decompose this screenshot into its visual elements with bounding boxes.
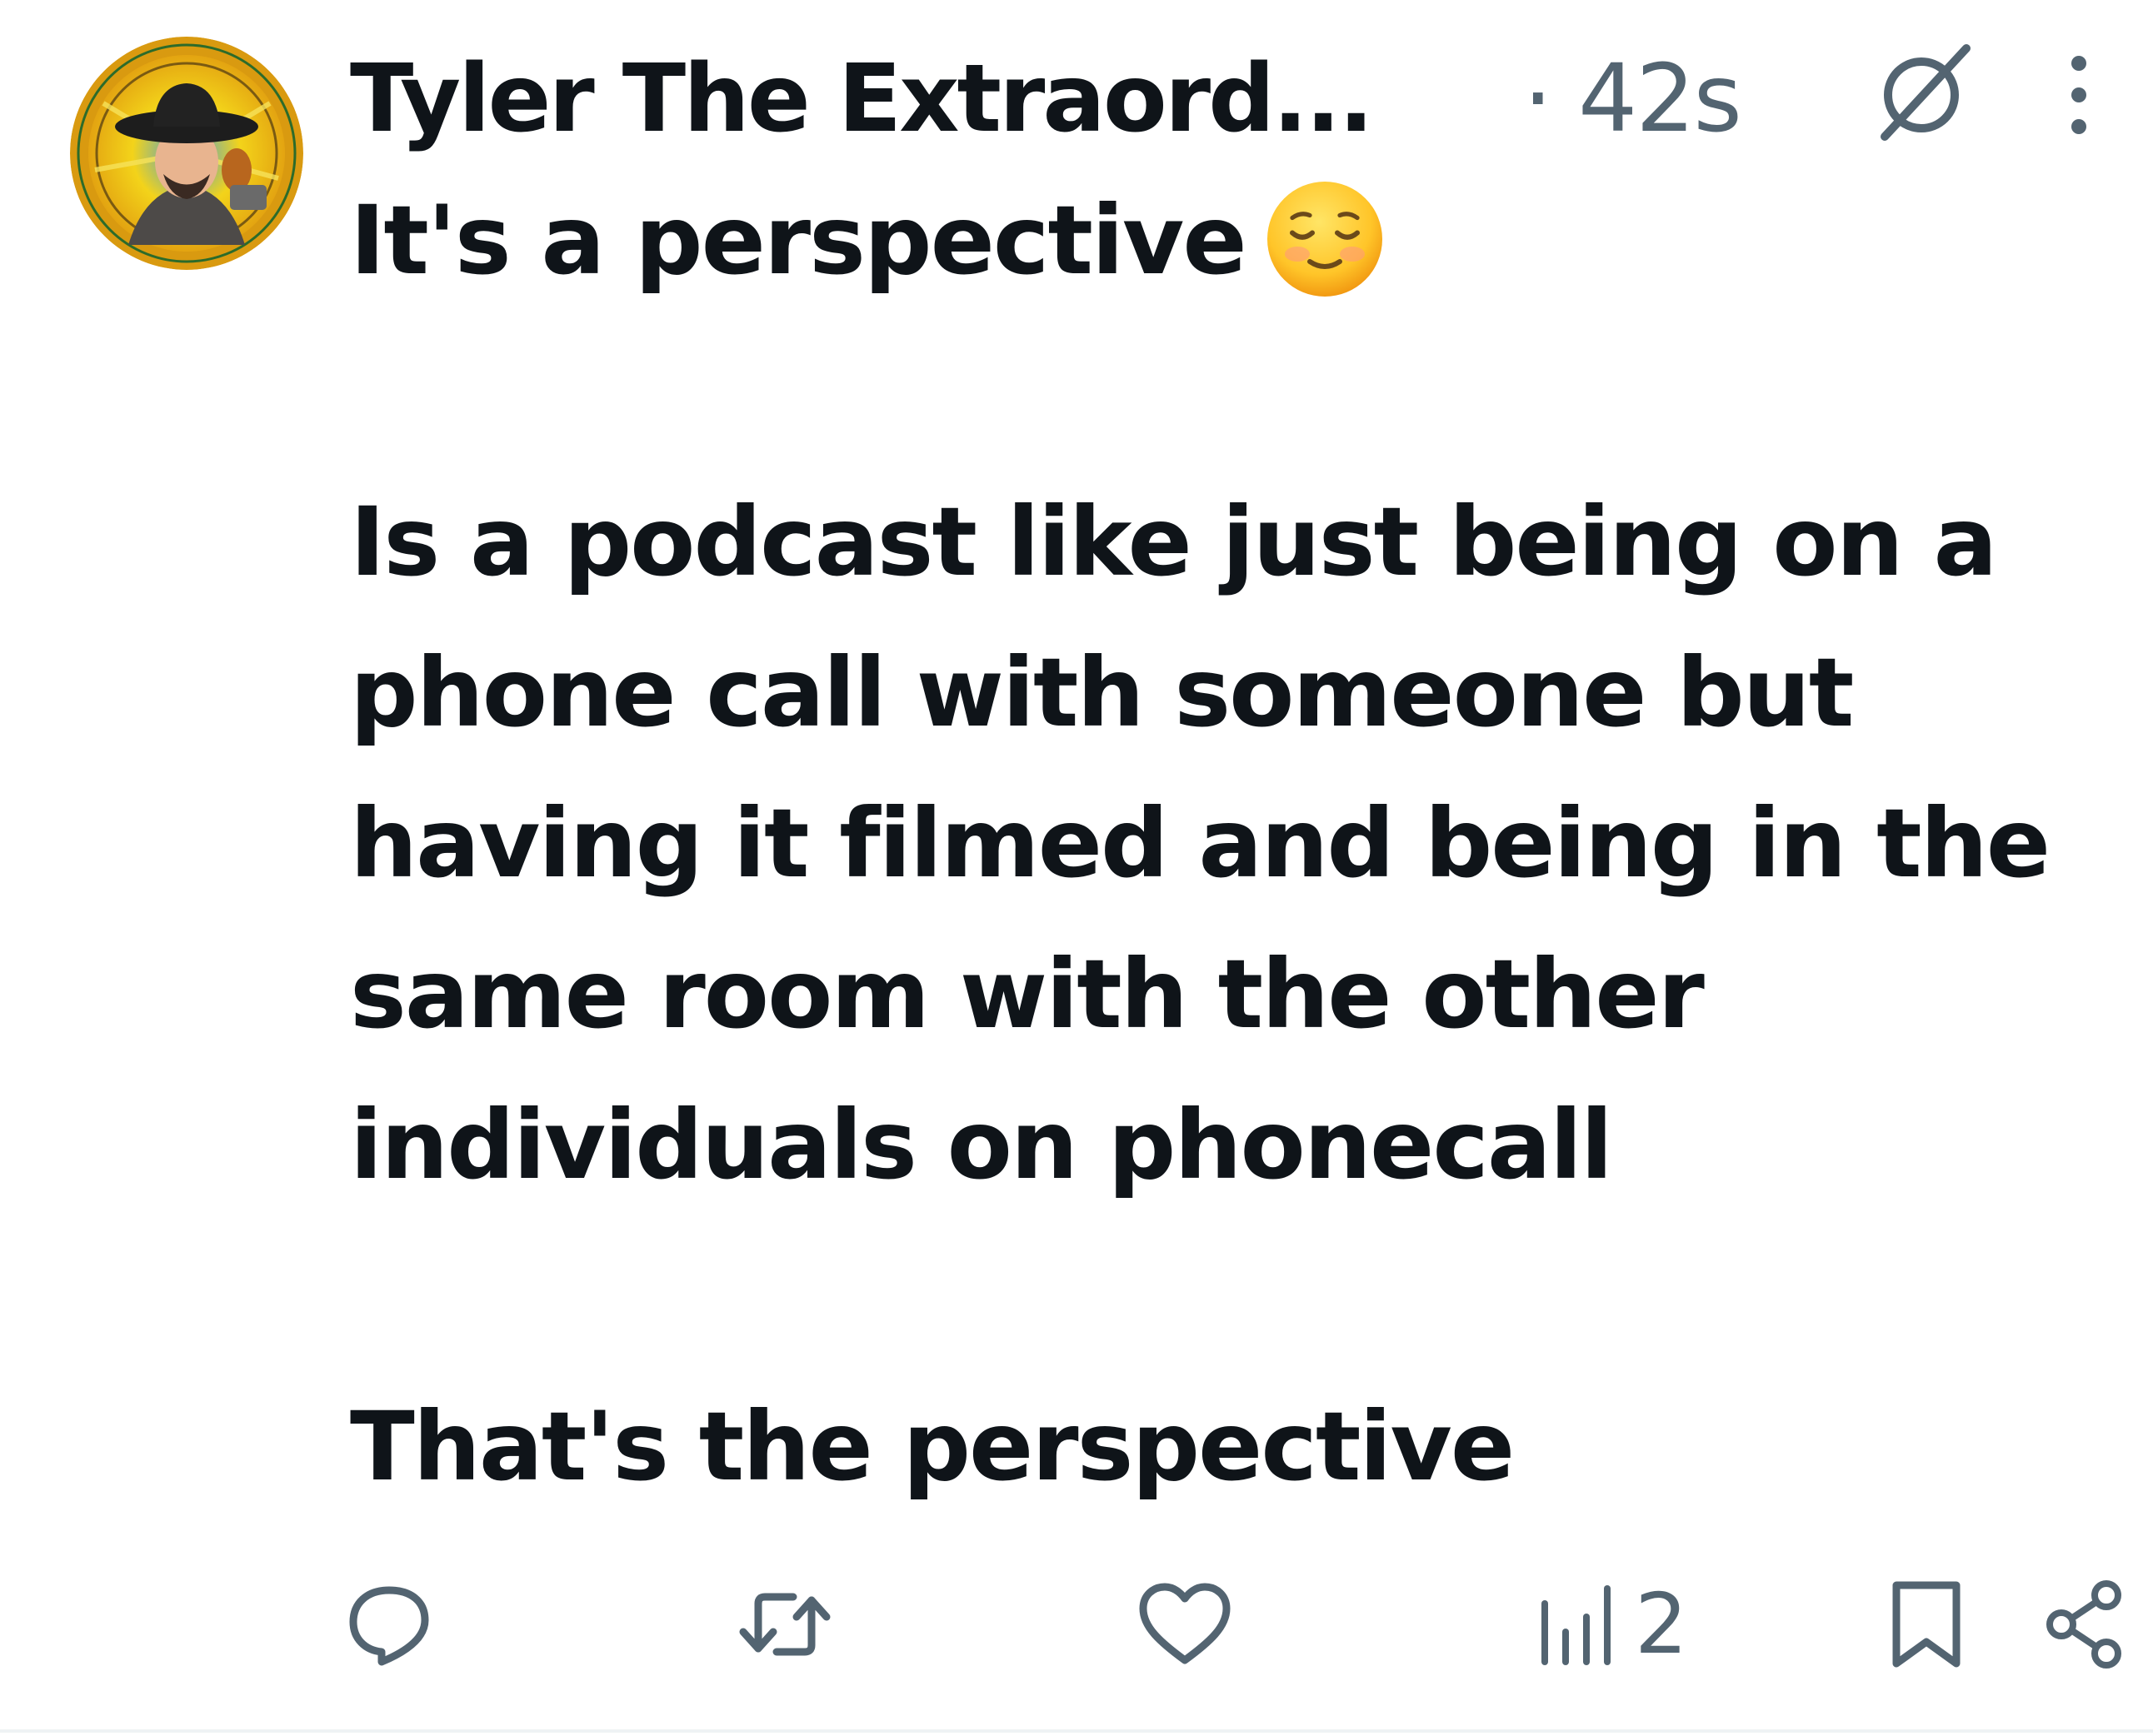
post-line: same room with the other bbox=[350, 939, 1705, 1050]
author-avatar[interactable] bbox=[70, 37, 303, 270]
post-line: having it filmed and being in the bbox=[350, 788, 2051, 899]
repost-button[interactable] bbox=[735, 1566, 835, 1683]
share-button[interactable] bbox=[2043, 1566, 2126, 1683]
author-name[interactable]: Tyler The Extraord... bbox=[350, 37, 1374, 162]
views-count: 2 bbox=[1635, 1575, 1688, 1673]
relieved-face-emoji bbox=[1266, 181, 1382, 297]
post-line: That's the perspective bbox=[350, 1391, 1515, 1502]
post-body: It's a perspective Is a podcast like jus… bbox=[350, 165, 2133, 1522]
post-timestamp[interactable]: 42s bbox=[1578, 37, 1742, 162]
views-chart-icon bbox=[1541, 1585, 1611, 1665]
avatar-image bbox=[70, 37, 303, 270]
repost-icon bbox=[739, 1593, 831, 1656]
more-vertical-icon[interactable] bbox=[2058, 45, 2100, 145]
reply-button[interactable] bbox=[343, 1566, 435, 1683]
share-icon bbox=[2046, 1580, 2121, 1669]
like-button[interactable] bbox=[1135, 1566, 1235, 1683]
post-line: It's a perspective bbox=[350, 165, 2133, 316]
bookmark-button[interactable] bbox=[1885, 1566, 1968, 1683]
views-button[interactable]: 2 bbox=[1535, 1566, 1688, 1683]
post-header: Tyler The Extraord... · 42s bbox=[350, 23, 2125, 173]
heart-icon bbox=[1139, 1583, 1231, 1664]
post-line-text: It's a perspective bbox=[350, 185, 1247, 296]
post-blank-line bbox=[350, 316, 2133, 466]
post-actions: 2 bbox=[343, 1566, 2135, 1683]
grok-icon[interactable] bbox=[1866, 28, 1983, 153]
bookmark-icon bbox=[1892, 1581, 1961, 1668]
post-blank-line bbox=[350, 1220, 2133, 1371]
post-line: phone call with someone but bbox=[350, 637, 1854, 748]
post-line: individuals on phonecall bbox=[350, 1090, 1613, 1200]
post-line: Is a podcast like just being on a bbox=[350, 486, 1997, 597]
header-separator: · bbox=[1523, 45, 1553, 153]
post-divider bbox=[0, 1729, 2153, 1733]
reply-icon bbox=[349, 1586, 429, 1666]
